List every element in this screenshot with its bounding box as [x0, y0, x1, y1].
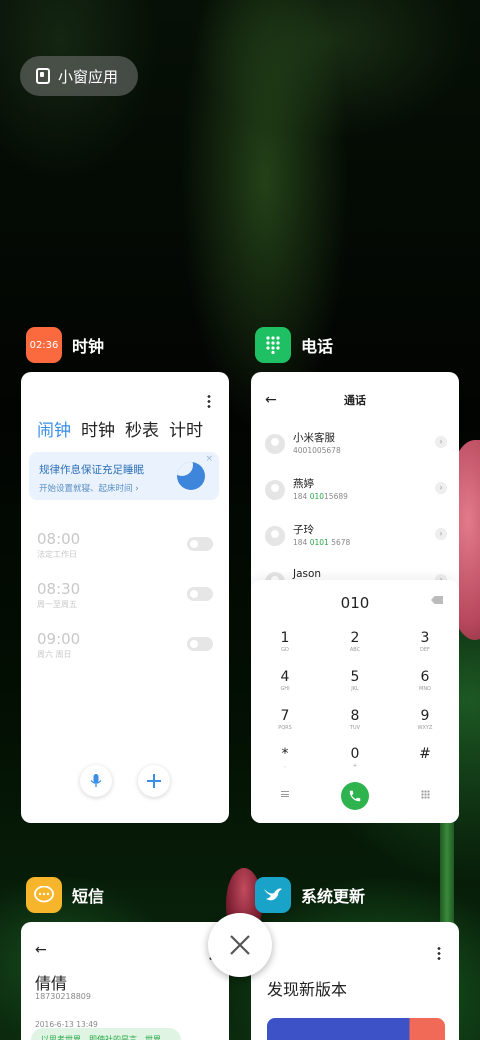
sms-card[interactable]: ← 倩倩 18730218809 2016-6-13 13:49 以思考世界，即…: [21, 922, 229, 1040]
plus-icon: [147, 774, 161, 788]
clock-icon-time: 02:36: [29, 339, 59, 351]
clock-app-icon: 02:36: [26, 327, 62, 363]
tab-alarm[interactable]: 闹钟: [37, 416, 71, 441]
floating-window-icon: [36, 68, 50, 84]
sms-message-bubble: 以思考世界，即使社的是言，世界: [31, 1028, 181, 1040]
clock-app-title: 时钟: [72, 337, 105, 356]
update-card[interactable]: 发现新版本: [251, 922, 459, 1040]
clock-app-header[interactable]: 02:36 时钟: [26, 327, 104, 363]
dial-key[interactable]: 0 +: [335, 746, 375, 769]
dialpad: 010 1 GD 2 ABC 3 DEF 4 GHI 5 JKL 6 MNO 7 PQRS 8…: [251, 580, 459, 823]
alarm-toggle[interactable]: [187, 637, 213, 651]
avatar: [265, 526, 285, 546]
add-alarm-button[interactable]: [138, 765, 170, 797]
chat-bubble-icon: [34, 886, 54, 903]
dial-key[interactable]: 8 TUV: [335, 708, 375, 731]
microphone-icon: [90, 774, 102, 787]
more-options-icon[interactable]: [207, 394, 211, 408]
tab-clock[interactable]: 时钟: [81, 416, 115, 441]
contact-name: 小米客服: [293, 432, 335, 444]
dial-key[interactable]: #: [405, 746, 445, 763]
alarm-item[interactable]: 08:30 周一至周五: [37, 580, 213, 610]
contact-item[interactable]: 燕婷 184 01015689 ›: [265, 476, 447, 510]
alarm-label: 法定工作日: [37, 550, 77, 559]
update-app-icon: [255, 877, 291, 913]
phone-app-icon: [255, 327, 291, 363]
alarm-item[interactable]: 08:00 法定工作日: [37, 530, 213, 560]
phone-handset-icon: [349, 790, 361, 802]
contact-name: 子玲: [293, 524, 314, 536]
alarm-toggle[interactable]: [187, 537, 213, 551]
dial-key[interactable]: 9 WXYZ: [405, 708, 445, 731]
update-heading: 发现新版本: [267, 980, 348, 999]
update-banner-image: [267, 1018, 445, 1040]
update-app-title: 系统更新: [301, 887, 366, 906]
sms-contact-name: 倩倩: [35, 974, 68, 993]
update-app-header[interactable]: 系统更新: [255, 877, 365, 913]
phone-app-title: 电话: [301, 337, 334, 356]
phone-app-header[interactable]: 电话: [255, 327, 333, 363]
contact-name: Jason: [293, 568, 322, 580]
phone-card[interactable]: ← 通话 小米客服 4001005678 › 燕婷 184 01015689 ›…: [251, 372, 459, 823]
chevron-right-icon[interactable]: ›: [435, 528, 447, 540]
clock-tabs: 闹钟 时钟 秒表 计时: [37, 416, 203, 441]
voice-alarm-button[interactable]: [80, 765, 112, 797]
contact-name: 燕婷: [293, 478, 314, 490]
tab-timer[interactable]: 计时: [169, 416, 203, 441]
sms-app-title: 短信: [72, 887, 105, 906]
moon-icon: [177, 462, 205, 490]
contact-number: 184 01015689: [293, 492, 348, 501]
avatar: [265, 480, 285, 500]
clear-all-button[interactable]: [208, 913, 272, 977]
dial-key[interactable]: 7 PQRS: [265, 708, 305, 731]
phone-header-title: 通话: [344, 394, 366, 407]
contact-item[interactable]: 子玲 184 0101 5678 ›: [265, 522, 447, 556]
chevron-right-icon[interactable]: ›: [435, 436, 447, 448]
dial-key[interactable]: 4 GHI: [265, 669, 305, 692]
contact-number: 4001005678: [293, 446, 341, 455]
dial-key[interactable]: 3 DEF: [405, 630, 445, 653]
menu-icon[interactable]: [281, 791, 289, 797]
back-arrow-icon[interactable]: ←: [35, 942, 47, 958]
sms-app-icon: [26, 877, 62, 913]
contact-item[interactable]: 小米客服 4001005678 ›: [265, 430, 447, 464]
clock-card[interactable]: 闹钟 时钟 秒表 计时 规律作息保证充足睡眠 开始设置就寝、起床时间 › × 0…: [21, 372, 229, 823]
alarm-label: 周一至周五: [37, 600, 77, 609]
sms-app-header[interactable]: 短信: [26, 877, 104, 913]
more-options-icon[interactable]: [437, 946, 441, 960]
alarm-item[interactable]: 09:00 周六 周日: [37, 630, 213, 660]
tab-stopwatch[interactable]: 秒表: [125, 416, 159, 441]
alarm-label: 周六 周日: [37, 650, 72, 659]
dial-key[interactable]: 2 ABC: [335, 630, 375, 653]
dial-key[interactable]: 6 MNO: [405, 669, 445, 692]
sleep-banner[interactable]: 规律作息保证充足睡眠 开始设置就寝、起床时间 › ×: [29, 452, 219, 500]
call-button[interactable]: [341, 782, 369, 810]
avatar: [265, 434, 285, 454]
dialpad-icon: [266, 336, 280, 354]
floating-window-button[interactable]: 小窗应用: [20, 56, 138, 96]
sms-contact-number: 18730218809: [35, 992, 91, 1001]
floating-window-label: 小窗应用: [58, 67, 119, 86]
dial-key[interactable]: 5 JKL: [335, 669, 375, 692]
keypad-toggle-icon[interactable]: [421, 790, 430, 799]
dial-key[interactable]: 1 GD: [265, 630, 305, 653]
contact-number: 184 0101 5678: [293, 538, 351, 547]
bird-icon: [264, 888, 282, 901]
close-icon: [230, 935, 250, 955]
dial-key[interactable]: *,: [265, 746, 305, 769]
dial-input[interactable]: 010: [251, 594, 459, 612]
chevron-right-icon[interactable]: ›: [435, 482, 447, 494]
close-icon[interactable]: ×: [205, 454, 213, 464]
alarm-toggle[interactable]: [187, 587, 213, 601]
